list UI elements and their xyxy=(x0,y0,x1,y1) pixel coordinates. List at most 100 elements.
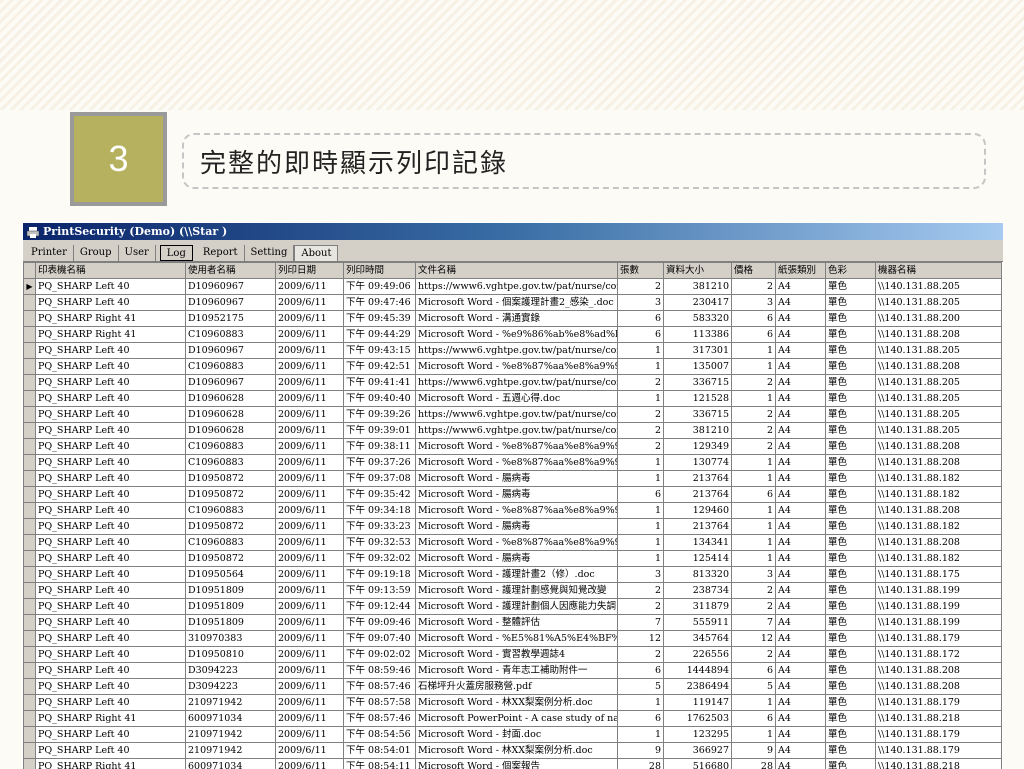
table-cell[interactable]: A4 xyxy=(776,567,826,583)
table-cell[interactable]: 下午 09:32:02 xyxy=(344,551,416,567)
table-cell[interactable]: 下午 09:44:29 xyxy=(344,327,416,343)
table-cell[interactable]: PQ_SHARP Left 40 xyxy=(36,375,186,391)
row-indicator[interactable] xyxy=(24,407,36,423)
table-cell[interactable]: 125414 xyxy=(664,551,732,567)
column-header[interactable]: 色彩 xyxy=(826,263,876,279)
row-indicator[interactable] xyxy=(24,327,36,343)
table-cell[interactable]: 123295 xyxy=(664,727,732,743)
table-cell[interactable]: \\140.131.88.208 xyxy=(876,359,1002,375)
table-cell[interactable]: 6 xyxy=(618,311,664,327)
table-cell[interactable]: 下午 09:42:51 xyxy=(344,359,416,375)
table-cell[interactable]: \\140.131.88.208 xyxy=(876,439,1002,455)
table-cell[interactable]: 1 xyxy=(732,695,776,711)
table-cell[interactable]: 9 xyxy=(618,743,664,759)
row-indicator[interactable] xyxy=(24,343,36,359)
table-cell[interactable]: https://www6.vghtpe.gov.tw/pat/nurse/con… xyxy=(416,407,618,423)
table-cell[interactable]: 1 xyxy=(618,503,664,519)
row-indicator[interactable] xyxy=(24,711,36,727)
table-cell[interactable]: 135007 xyxy=(664,359,732,375)
table-row[interactable]: ▶PQ_SHARP Left 40D109609672009/6/11下午 09… xyxy=(24,279,1002,295)
table-cell[interactable]: 134341 xyxy=(664,535,732,551)
column-header[interactable]: 張數 xyxy=(618,263,664,279)
table-cell[interactable]: \\140.131.88.199 xyxy=(876,583,1002,599)
table-row[interactable]: PQ_SHARP Left 40D109609672009/6/11下午 09:… xyxy=(24,343,1002,359)
row-indicator[interactable] xyxy=(24,439,36,455)
table-cell[interactable]: 下午 08:57:58 xyxy=(344,695,416,711)
table-cell[interactable]: \\140.131.88.199 xyxy=(876,599,1002,615)
table-cell[interactable]: 下午 09:45:39 xyxy=(344,311,416,327)
table-cell[interactable]: 2009/6/11 xyxy=(276,759,344,769)
table-cell[interactable]: 2 xyxy=(618,583,664,599)
row-indicator[interactable] xyxy=(24,471,36,487)
table-cell[interactable]: PQ_SHARP Left 40 xyxy=(36,535,186,551)
table-cell[interactable]: 單色 xyxy=(826,647,876,663)
table-cell[interactable]: Microsoft Word - 五週心得.doc xyxy=(416,391,618,407)
table-cell[interactable]: D10951809 xyxy=(186,583,276,599)
table-cell[interactable]: 1 xyxy=(618,471,664,487)
row-indicator[interactable] xyxy=(24,455,36,471)
table-cell[interactable]: 6 xyxy=(618,487,664,503)
table-cell[interactable]: Microsoft Word - 腸病毒 xyxy=(416,487,618,503)
table-cell[interactable]: 1 xyxy=(732,359,776,375)
column-header[interactable]: 資料大小 xyxy=(664,263,732,279)
table-cell[interactable]: 5 xyxy=(618,679,664,695)
table-cell[interactable]: Microsoft Word - 實習教學週誌4 xyxy=(416,647,618,663)
table-cell[interactable]: Microsoft Word - 護理計劃個人因應能力失調 xyxy=(416,599,618,615)
table-cell[interactable]: 6 xyxy=(618,711,664,727)
table-cell[interactable]: PQ_SHARP Left 40 xyxy=(36,343,186,359)
table-cell[interactable]: A4 xyxy=(776,711,826,727)
table-cell[interactable]: 238734 xyxy=(664,583,732,599)
table-cell[interactable]: 2 xyxy=(732,279,776,295)
table-cell[interactable]: Microsoft Word - 腸病毒 xyxy=(416,551,618,567)
table-cell[interactable]: Microsoft Word - %e9%86%ab%e8%ad%b7%e xyxy=(416,327,618,343)
table-cell[interactable]: 2009/6/11 xyxy=(276,535,344,551)
table-cell[interactable]: https://www6.vghtpe.gov.tw/pat/nurse/con… xyxy=(416,279,618,295)
table-cell[interactable]: 516680 xyxy=(664,759,732,769)
table-cell[interactable]: 6 xyxy=(732,487,776,503)
table-cell[interactable]: A4 xyxy=(776,503,826,519)
table-cell[interactable]: \\140.131.88.205 xyxy=(876,407,1002,423)
table-cell[interactable]: \\140.131.88.208 xyxy=(876,503,1002,519)
table-cell[interactable]: 381210 xyxy=(664,423,732,439)
table-cell[interactable]: 9 xyxy=(732,743,776,759)
table-cell[interactable]: 2009/6/11 xyxy=(276,423,344,439)
row-indicator[interactable] xyxy=(24,503,36,519)
table-cell[interactable]: 6 xyxy=(732,711,776,727)
table-cell[interactable]: Microsoft Word - 溝通實錄 xyxy=(416,311,618,327)
tab-setting[interactable]: Setting xyxy=(245,245,295,261)
table-cell[interactable]: \\140.131.88.218 xyxy=(876,759,1002,769)
tab-about[interactable]: About xyxy=(294,245,338,261)
table-cell[interactable]: 1 xyxy=(732,455,776,471)
table-cell[interactable]: \\140.131.88.208 xyxy=(876,663,1002,679)
table-cell[interactable]: 下午 09:41:41 xyxy=(344,375,416,391)
table-cell[interactable]: A4 xyxy=(776,615,826,631)
table-cell[interactable]: 2009/6/11 xyxy=(276,503,344,519)
table-cell[interactable]: \\140.131.88.182 xyxy=(876,471,1002,487)
table-cell[interactable]: A4 xyxy=(776,679,826,695)
tab-report[interactable]: Report xyxy=(197,245,245,261)
table-cell[interactable]: 2 xyxy=(732,423,776,439)
table-cell[interactable]: PQ_SHARP Left 40 xyxy=(36,647,186,663)
table-cell[interactable]: 3 xyxy=(618,567,664,583)
table-cell[interactable]: A4 xyxy=(776,727,826,743)
table-cell[interactable]: PQ_SHARP Left 40 xyxy=(36,583,186,599)
row-indicator[interactable] xyxy=(24,567,36,583)
column-header[interactable]: 列印日期 xyxy=(276,263,344,279)
table-row[interactable]: PQ_SHARP Left 40D109606282009/6/11下午 09:… xyxy=(24,423,1002,439)
column-header[interactable]: 使用者名稱 xyxy=(186,263,276,279)
column-header[interactable]: 紙張類別 xyxy=(776,263,826,279)
row-indicator[interactable] xyxy=(24,695,36,711)
table-cell[interactable]: 單色 xyxy=(826,679,876,695)
table-cell[interactable]: 2 xyxy=(732,407,776,423)
table-cell[interactable]: A4 xyxy=(776,663,826,679)
table-cell[interactable]: PQ_SHARP Left 40 xyxy=(36,631,186,647)
window-titlebar[interactable]: PrintSecurity (Demo) (\\Star ) xyxy=(23,223,1003,240)
table-cell[interactable]: 單色 xyxy=(826,407,876,423)
table-cell[interactable]: 2009/6/11 xyxy=(276,359,344,375)
table-cell[interactable]: 310970383 xyxy=(186,631,276,647)
table-cell[interactable]: D10960967 xyxy=(186,295,276,311)
table-cell[interactable]: Microsoft PowerPoint - A case study of n… xyxy=(416,711,618,727)
table-cell[interactable]: 單色 xyxy=(826,455,876,471)
table-cell[interactable]: 7 xyxy=(618,615,664,631)
table-cell[interactable]: 下午 09:39:01 xyxy=(344,423,416,439)
